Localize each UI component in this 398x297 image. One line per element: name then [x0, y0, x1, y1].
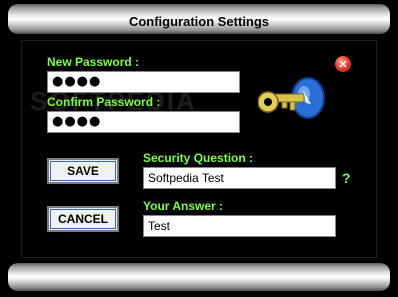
new-password-label: New Password :	[47, 55, 140, 69]
cancel-button-label: CANCEL	[50, 209, 116, 229]
your-answer-field[interactable]: Test	[143, 215, 336, 237]
your-answer-label: Your Answer :	[143, 199, 224, 213]
bottom-bar	[8, 263, 390, 291]
security-question-field[interactable]: Softpedia Test	[143, 167, 336, 189]
cancel-button[interactable]: CANCEL	[47, 206, 119, 232]
new-password-field[interactable]: ●●●●	[47, 71, 240, 93]
confirm-password-label: Confirm Password :	[47, 95, 161, 109]
save-button-label: SAVE	[50, 161, 116, 181]
close-icon[interactable]: ✕	[335, 56, 351, 72]
confirm-password-field[interactable]: ●●●●	[47, 111, 240, 133]
keys-icon	[258, 77, 325, 119]
window-title: Configuration Settings	[128, 14, 270, 29]
help-icon[interactable]: ?	[342, 170, 351, 186]
window: Configuration Settings SOFTPEDIA New Pas…	[0, 0, 398, 297]
security-question-label: Security Question :	[143, 151, 254, 165]
save-button[interactable]: SAVE	[47, 158, 119, 184]
